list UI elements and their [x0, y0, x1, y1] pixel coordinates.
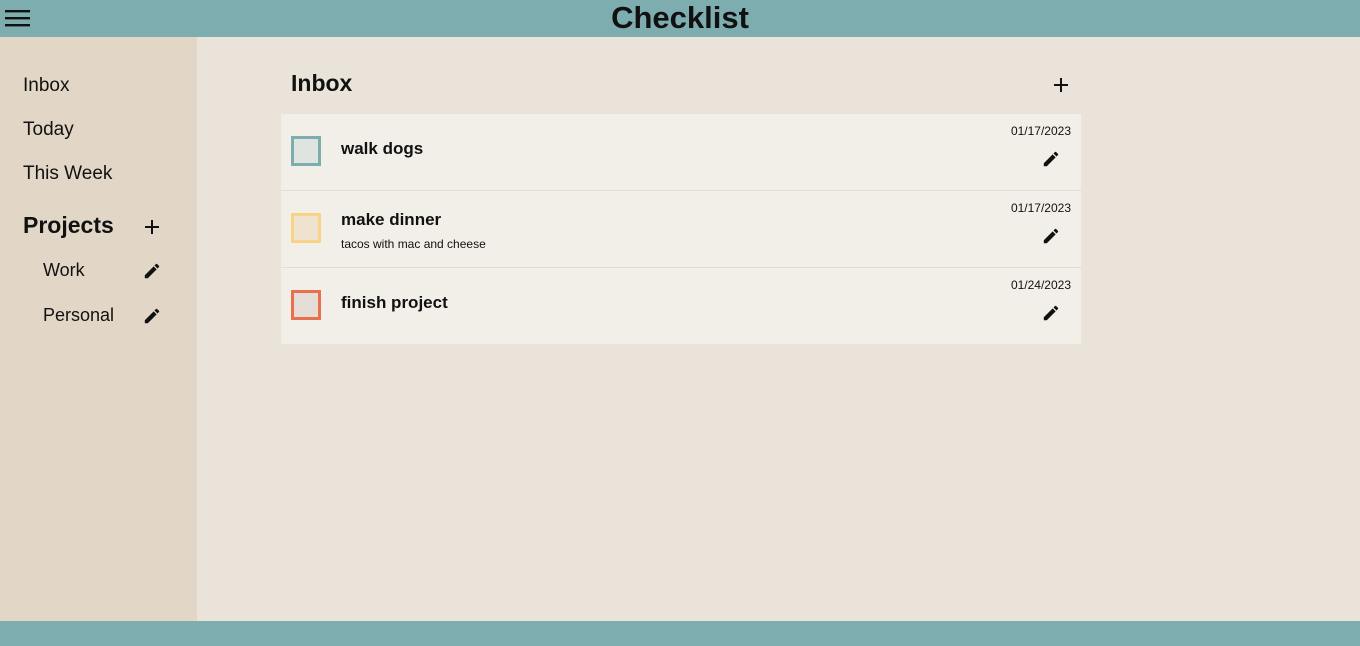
task-due-date: 01/24/2023	[1010, 278, 1071, 292]
add-project-button[interactable]	[140, 215, 164, 239]
task-description: tacos with mac and cheese	[341, 237, 486, 251]
app-footer	[0, 621, 1360, 646]
projects-heading: Projects	[23, 212, 114, 238]
edit-project-work-button[interactable]	[140, 259, 164, 283]
add-task-button[interactable]	[1049, 73, 1073, 97]
task-checkbox[interactable]	[291, 136, 321, 166]
pencil-icon	[144, 308, 160, 324]
task-item: walk dogs 01/17/2023	[281, 114, 1081, 191]
app-title: Checklist	[611, 0, 749, 35]
project-item-work[interactable]: Work	[43, 260, 85, 281]
sidebar-item-inbox[interactable]: Inbox	[23, 75, 69, 97]
edit-task-button[interactable]	[1039, 147, 1063, 171]
task-title: make dinner	[341, 210, 442, 229]
pencil-icon	[1043, 151, 1059, 167]
task-checkbox[interactable]	[291, 290, 321, 320]
edit-task-button[interactable]	[1039, 301, 1063, 325]
pencil-icon	[144, 263, 160, 279]
task-due-date: 01/17/2023	[1010, 201, 1071, 215]
task-item: finish project 01/24/2023	[281, 268, 1081, 344]
task-title: finish project	[341, 293, 448, 312]
sidebar-item-this-week[interactable]: This Week	[23, 163, 112, 185]
edit-project-personal-button[interactable]	[140, 304, 164, 328]
task-due-date: 01/17/2023	[1010, 124, 1071, 138]
pencil-icon	[1043, 228, 1059, 244]
plus-icon	[145, 220, 159, 234]
app-header: Checklist	[0, 0, 1360, 37]
sidebar-item-today[interactable]: Today	[23, 119, 74, 141]
sidebar: Inbox Today This Week Projects Work Pers…	[0, 37, 197, 621]
page-title: Inbox	[291, 70, 353, 96]
pencil-icon	[1043, 305, 1059, 321]
task-title: walk dogs	[341, 139, 424, 158]
task-list: walk dogs 01/17/2023 make dinner tacos w…	[281, 114, 1081, 344]
task-checkbox[interactable]	[291, 213, 321, 243]
plus-icon	[1054, 78, 1068, 92]
edit-task-button[interactable]	[1039, 224, 1063, 248]
task-item: make dinner tacos with mac and cheese 01…	[281, 191, 1081, 268]
project-item-personal[interactable]: Personal	[43, 305, 114, 326]
